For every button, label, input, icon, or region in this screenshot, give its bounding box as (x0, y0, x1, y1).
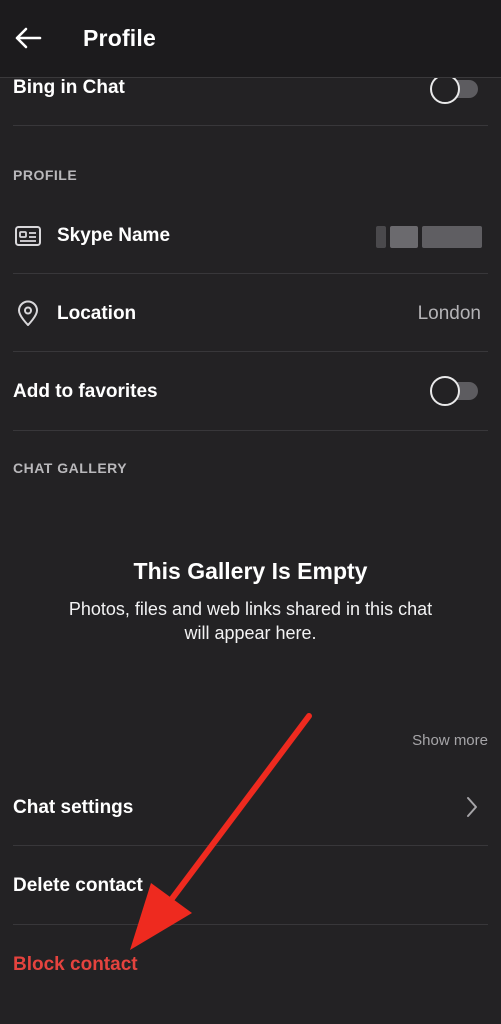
add-to-favorites-row: Add to favorites (0, 352, 501, 430)
location-row[interactable]: Location London (0, 274, 501, 352)
arrow-left-icon (15, 27, 42, 49)
toggle-knob (430, 74, 460, 104)
chat-settings-label: Chat settings (13, 797, 134, 818)
bing-in-chat-row: Bing in Chat (0, 70, 501, 126)
block-contact-label: Block contact (13, 954, 138, 975)
location-pin-icon (13, 299, 43, 329)
divider (13, 125, 488, 126)
delete-contact-label: Delete contact (13, 875, 143, 896)
block-contact-row[interactable]: Block contact (0, 925, 501, 1003)
bing-in-chat-toggle[interactable] (430, 74, 480, 104)
divider (13, 430, 488, 431)
delete-contact-row[interactable]: Delete contact (0, 846, 501, 924)
gallery-empty-subtitle: Photos, files and web links shared in th… (68, 599, 433, 643)
id-card-icon (13, 221, 43, 251)
chevron-right-icon (467, 797, 477, 817)
back-button[interactable] (10, 20, 46, 56)
chat-settings-row[interactable]: Chat settings (0, 768, 501, 846)
page-title: Profile (83, 25, 156, 51)
gallery-empty-title: This Gallery Is Empty (133, 558, 368, 584)
add-to-favorites-label: Add to favorites (13, 381, 158, 402)
add-to-favorites-toggle[interactable] (430, 376, 480, 406)
profile-screen: Profile Bing in Chat PROFILE Skype Name (0, 0, 501, 1024)
top-app-bar: Profile (0, 0, 501, 78)
bing-in-chat-label: Bing in Chat (13, 77, 125, 98)
skype-name-label: Skype Name (57, 225, 171, 246)
skype-name-value-obscured (376, 226, 482, 248)
location-value: London (417, 303, 481, 324)
location-label: Location (57, 303, 137, 324)
chat-gallery-section-header: CHAT GALLERY (13, 460, 128, 476)
toggle-knob (430, 376, 460, 406)
show-more-link[interactable]: Show more (412, 731, 488, 751)
profile-section-header: PROFILE (13, 167, 78, 183)
skype-name-row[interactable]: Skype Name (0, 196, 501, 274)
